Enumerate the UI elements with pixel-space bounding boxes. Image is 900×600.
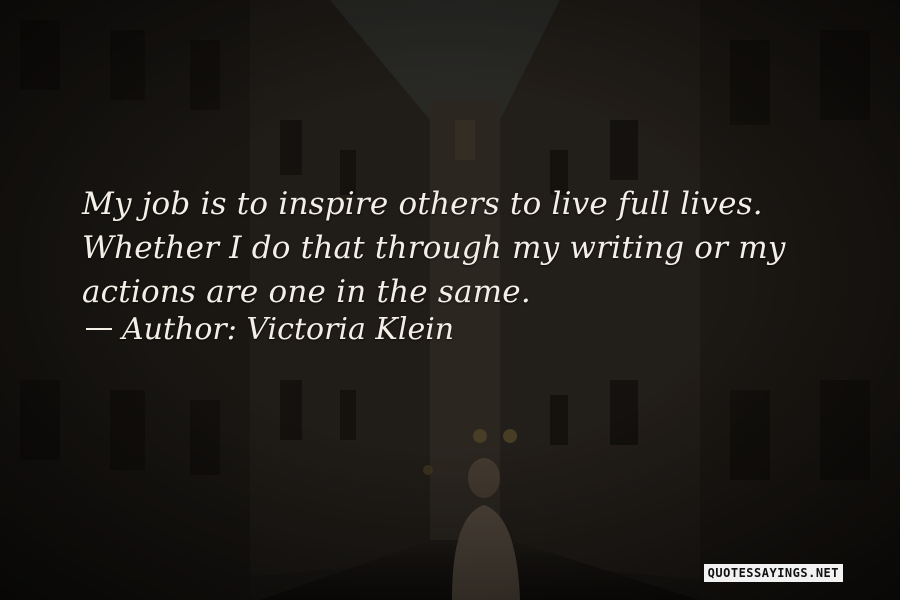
author-name: Victoria Klein — [246, 312, 455, 347]
quote-text: My job is to inspire others to live full… — [82, 186, 786, 310]
author-label: Author: — [122, 312, 237, 347]
author-line: Author: Victoria Klein — [86, 308, 454, 352]
site-watermark: QUOTESSAYINGS.NET — [703, 564, 843, 582]
quote-card: My job is to inspire others to live full… — [0, 0, 900, 600]
author-dash — [86, 328, 112, 330]
